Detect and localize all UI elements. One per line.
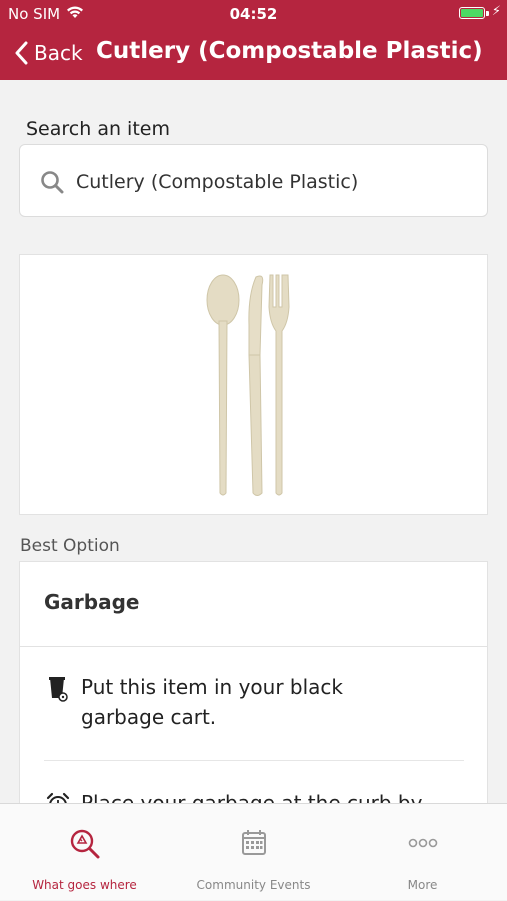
best-option-label: Best Option bbox=[20, 536, 120, 556]
charging-icon: ⚡ bbox=[491, 4, 501, 19]
tab-more[interactable]: More bbox=[338, 804, 507, 901]
search-box[interactable] bbox=[19, 144, 488, 217]
battery-cap bbox=[486, 11, 489, 16]
search-icon bbox=[40, 170, 64, 198]
battery-icon bbox=[459, 7, 485, 19]
best-option-card: Garbage Put this item in your black garb… bbox=[19, 561, 488, 821]
page-title: Cutlery (Compostable Plastic) bbox=[96, 38, 483, 64]
item-image-card bbox=[19, 254, 488, 515]
more-dots-icon bbox=[338, 828, 507, 858]
tab-what-goes-where[interactable]: What goes where bbox=[0, 804, 169, 901]
search-label: Search an item bbox=[26, 118, 170, 140]
search-input[interactable] bbox=[74, 163, 478, 201]
cutlery-image bbox=[206, 274, 290, 496]
back-button[interactable]: Back bbox=[14, 38, 83, 68]
status-bar: No SIM 04:52 ⚡ bbox=[0, 0, 507, 28]
calendar-icon bbox=[169, 828, 338, 856]
navigation-bar: Back Cutlery (Compostable Plastic) bbox=[0, 28, 507, 80]
garbage-cart-icon bbox=[48, 676, 68, 706]
tab-label: More bbox=[407, 878, 438, 892]
divider bbox=[44, 760, 464, 761]
disposal-heading: Garbage bbox=[44, 590, 140, 614]
tab-community-events[interactable]: Community Events bbox=[169, 804, 338, 901]
tab-bar: What goes where Community Events More bbox=[0, 803, 507, 900]
instruction-text: Put this item in your black garbage cart… bbox=[81, 675, 343, 729]
back-label: Back bbox=[34, 41, 83, 65]
tab-label: What goes where bbox=[32, 878, 137, 892]
chevron-left-icon bbox=[15, 41, 28, 65]
tab-label: Community Events bbox=[196, 878, 311, 892]
clock: 04:52 bbox=[229, 5, 278, 23]
divider bbox=[20, 646, 487, 647]
recycle-search-icon bbox=[0, 828, 169, 860]
